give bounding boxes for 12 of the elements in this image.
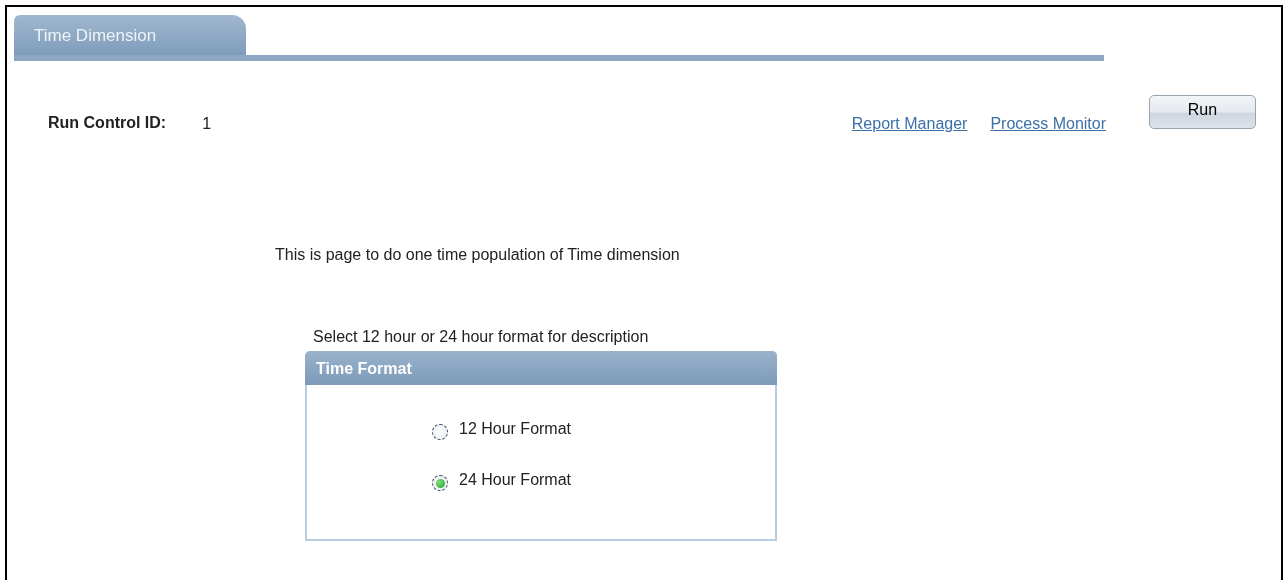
field-label: Run Control ID:	[48, 113, 167, 133]
link[interactable]: Report Manager	[851, 112, 968, 136]
group-title: Time Format	[305, 351, 777, 385]
format-prompt: Select 12 hour or 24 hour format for description	[313, 327, 649, 347]
run-button[interactable]: Run	[1149, 95, 1256, 129]
link[interactable]: Process Monitor	[990, 112, 1106, 136]
intro-text: This is page to do one time population of Time dimension	[275, 245, 680, 265]
radio-label: 12 Hour Format	[459, 419, 572, 439]
radio-button[interactable]	[432, 424, 448, 440]
radio-label: 24 Hour Format	[459, 470, 572, 490]
radio-button[interactable]	[432, 475, 448, 491]
field-value: 1	[202, 114, 212, 134]
